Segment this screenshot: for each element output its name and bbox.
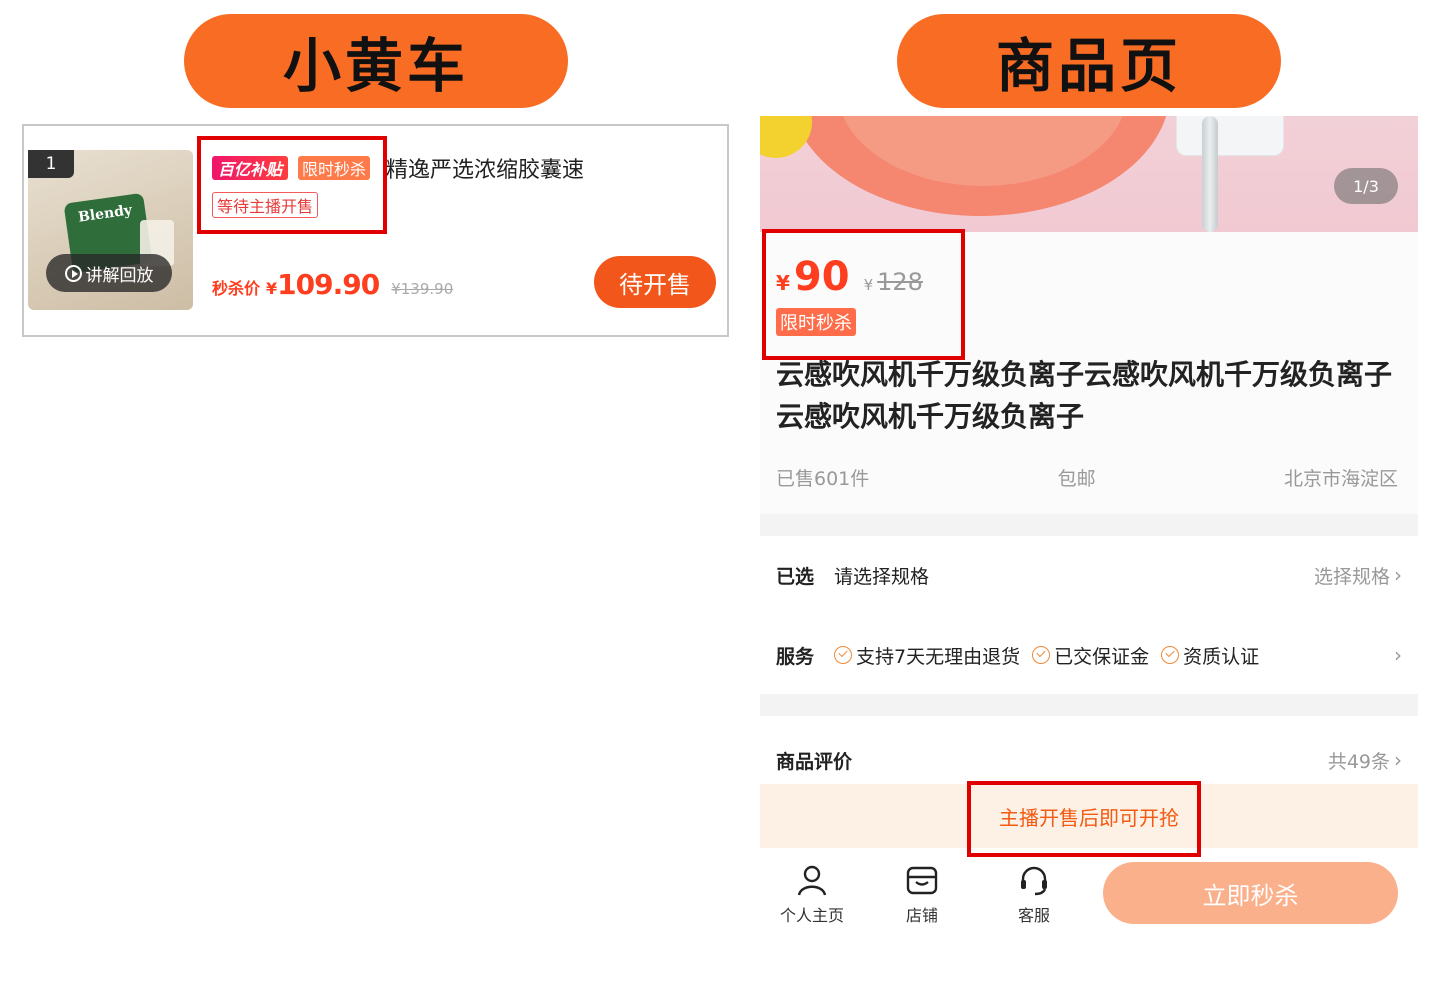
highlight-box-notice	[967, 781, 1201, 857]
rank-badge: 1	[28, 150, 74, 178]
section-divider	[760, 694, 1418, 716]
check-circle-icon	[1161, 646, 1180, 664]
reviews-count: 共49条	[1327, 750, 1390, 773]
shipping-info: 包邮	[1057, 468, 1096, 490]
nav-store-label: 店铺	[905, 906, 938, 925]
image-page-indicator: 1/3	[1334, 168, 1398, 204]
headset-icon	[1021, 866, 1047, 896]
person-icon	[797, 865, 827, 896]
price-label: 秒杀价	[212, 279, 261, 298]
sold-count: 已售601件	[776, 468, 870, 490]
store-icon	[906, 866, 938, 895]
service-label: 服务	[776, 645, 815, 668]
lemon-graphic	[760, 116, 812, 158]
hairdryer-graphic	[1176, 116, 1284, 156]
bottom-action-bar: 个人主页 店铺 客服 立即秒杀	[760, 848, 1418, 936]
highlight-box-price	[762, 229, 965, 360]
nav-store[interactable]: 店铺	[882, 862, 962, 926]
pending-sale-button[interactable]: 待开售	[594, 256, 716, 308]
reviews-row[interactable]: 商品评价 共49条 ›	[776, 740, 1402, 780]
nav-profile[interactable]: 个人主页	[772, 862, 852, 926]
ship-from-location: 北京市海淀区	[1283, 468, 1398, 490]
product-title: 云感吹风机千万级负离子云感吹风机千万级负离子云感吹风机千万级负离子	[776, 358, 1393, 433]
check-circle-icon	[1032, 646, 1051, 664]
reviews-label: 商品评价	[776, 750, 853, 773]
service-text: 已交保证金	[1054, 645, 1150, 668]
nav-customer-service-label: 客服	[1017, 906, 1050, 925]
product-title[interactable]: 精逸严选浓缩胶囊速	[386, 152, 584, 184]
service-item: 资质认证	[1161, 642, 1259, 669]
service-item: 支持7天无理由退货	[834, 642, 1020, 669]
spec-label: 已选	[776, 565, 815, 588]
section-divider	[760, 514, 1418, 536]
check-circle-icon	[834, 646, 853, 664]
highlight-box-tags	[197, 136, 387, 234]
nav-customer-service[interactable]: 客服	[994, 862, 1074, 926]
replay-label: 讲解回放	[85, 265, 154, 286]
spec-row[interactable]: 已选 请选择规格 选择规格 ›	[776, 555, 1402, 595]
chevron-right-icon: ›	[1394, 643, 1402, 667]
buy-now-button[interactable]: 立即秒杀	[1103, 862, 1398, 924]
service-item: 已交保证金	[1032, 642, 1149, 669]
cable-graphic	[1202, 116, 1218, 232]
play-icon	[64, 264, 82, 282]
price-currency: ¥	[266, 279, 278, 298]
spec-value: 请选择规格	[834, 565, 930, 588]
product-image-carousel[interactable]: 1/3	[760, 116, 1418, 232]
service-row[interactable]: 服务 支持7天无理由退货 已交保证金 资质认证 ›	[776, 635, 1402, 675]
product-meta-row: 已售601件 包邮 北京市海淀区	[776, 464, 1398, 491]
spec-action: 选择规格	[1313, 565, 1390, 588]
chevron-right-icon: ›	[1394, 563, 1402, 587]
service-text: 支持7天无理由退货	[856, 645, 1021, 668]
price-value: 109.90	[277, 268, 380, 301]
section-title-product-page: 商品页	[897, 14, 1281, 108]
nav-profile-label: 个人主页	[779, 906, 844, 925]
chevron-right-icon: ›	[1394, 748, 1402, 772]
original-price: ¥139.90	[391, 280, 454, 298]
service-text: 资质认证	[1183, 645, 1260, 668]
section-title-cart: 小黄车	[184, 14, 568, 108]
replay-button[interactable]: 讲解回放	[46, 254, 172, 292]
price-row: 秒杀价 ¥ 109.90 ¥139.90	[212, 268, 453, 301]
